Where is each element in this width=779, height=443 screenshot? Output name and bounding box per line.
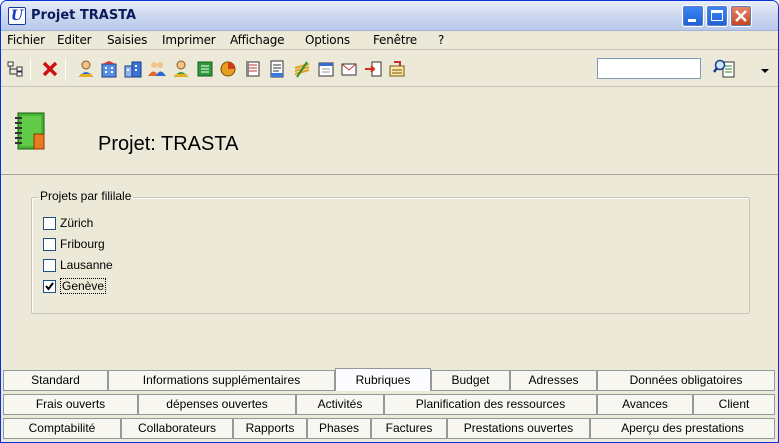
maximize-button[interactable] [706, 5, 728, 27]
menu-editer[interactable]: Editer [57, 33, 92, 47]
export-icon[interactable] [364, 60, 382, 78]
tab-apercu-prestations[interactable]: Aperçu des prestations [590, 418, 775, 439]
chevron-down-icon[interactable] [761, 67, 769, 75]
tab-collaborateurs[interactable]: Collaborateurs [121, 418, 233, 439]
calendar-icon[interactable] [317, 60, 335, 78]
checkbox-box[interactable] [43, 280, 56, 293]
app-logo-icon: U [8, 7, 26, 25]
tab-informations-supplementaires[interactable]: Informations supplémentaires [108, 370, 335, 391]
toolbar-separator [65, 59, 66, 81]
menu-bar: Fichier Editer Saisies Imprimer Affichag… [1, 31, 778, 50]
groupbox-legend: Projets par fililale [38, 189, 134, 203]
menu-saisies[interactable]: Saisies [107, 33, 147, 47]
main-content: Projets par fililale Zürich Fribourg Lau… [1, 176, 778, 369]
window-title: Projet TRASTA [31, 8, 137, 23]
close-button[interactable] [730, 5, 752, 27]
person-icon[interactable] [77, 60, 95, 78]
document-icon[interactable] [244, 60, 262, 78]
toolbar [1, 51, 778, 87]
tab-phases[interactable]: Phases [307, 418, 371, 439]
app-window: U Projet TRASTA Fichier Editer Saisies I… [0, 0, 779, 443]
checkbox-box[interactable] [43, 259, 56, 272]
building-icon[interactable] [100, 60, 118, 78]
transfer-icon[interactable] [388, 60, 406, 78]
toolbar-separator [30, 59, 31, 81]
quick-search-input[interactable] [597, 58, 701, 79]
menu-help[interactable]: ? [438, 33, 444, 47]
title-bar[interactable]: U Projet TRASTA [1, 1, 778, 31]
tab-planification-ressources[interactable]: Planification des ressources [384, 394, 597, 415]
chart-icon[interactable] [219, 60, 237, 78]
people-icon[interactable] [148, 60, 166, 78]
tab-avances[interactable]: Avances [597, 394, 693, 415]
checkbox-label: Genève [60, 278, 107, 294]
filiale-groupbox [31, 197, 750, 314]
tab-client[interactable]: Client [693, 394, 775, 415]
checkbox-label: Lausanne [60, 258, 113, 272]
user-icon[interactable] [172, 60, 190, 78]
checkbox-box[interactable] [43, 217, 56, 230]
menu-fenetre[interactable]: Fenêtre [373, 33, 417, 47]
close-icon [735, 10, 747, 22]
tab-strip: Standard Informations supplémentaires Ru… [1, 368, 778, 442]
menu-fichier[interactable]: Fichier [7, 33, 45, 47]
delete-icon[interactable] [41, 60, 59, 78]
minimize-icon [688, 19, 696, 22]
tab-standard[interactable]: Standard [3, 370, 108, 391]
tab-rapports[interactable]: Rapports [233, 418, 307, 439]
report-icon[interactable] [268, 60, 286, 78]
tab-adresses[interactable]: Adresses [510, 370, 597, 391]
project-header: Projet: TRASTA [1, 88, 778, 175]
tab-activites[interactable]: Activités [296, 394, 384, 415]
find-document-icon[interactable] [713, 58, 737, 80]
tab-factures[interactable]: Factures [371, 418, 447, 439]
stack-icon[interactable] [293, 60, 311, 78]
tree-icon[interactable] [7, 60, 25, 78]
notebook-icon [15, 112, 45, 150]
menu-affichage[interactable]: Affichage [230, 33, 285, 47]
ledger-icon[interactable] [196, 60, 214, 78]
menu-options[interactable]: Options [305, 33, 350, 47]
checkmark-icon [45, 282, 54, 291]
tab-depenses-ouvertes[interactable]: dépenses ouvertes [138, 394, 296, 415]
tab-budget[interactable]: Budget [431, 370, 510, 391]
checkbox-box[interactable] [43, 238, 56, 251]
tab-frais-ouverts[interactable]: Frais ouverts [3, 394, 138, 415]
checkbox-label: Zürich [60, 216, 94, 230]
page-title: Projet: TRASTA [98, 133, 239, 155]
tab-rubriques[interactable]: Rubriques [335, 368, 431, 391]
mail-icon[interactable] [340, 60, 358, 78]
tab-comptabilite[interactable]: Comptabilité [3, 418, 121, 439]
tab-donnees-obligatoires[interactable]: Données obligatoires [597, 370, 775, 391]
buildings-icon[interactable] [124, 60, 142, 78]
tab-prestations-ouvertes[interactable]: Prestations ouvertes [447, 418, 590, 439]
checkbox-label: Fribourg [60, 237, 105, 251]
menu-imprimer[interactable]: Imprimer [162, 33, 216, 47]
maximize-icon [711, 10, 723, 21]
minimize-button[interactable] [682, 5, 704, 27]
